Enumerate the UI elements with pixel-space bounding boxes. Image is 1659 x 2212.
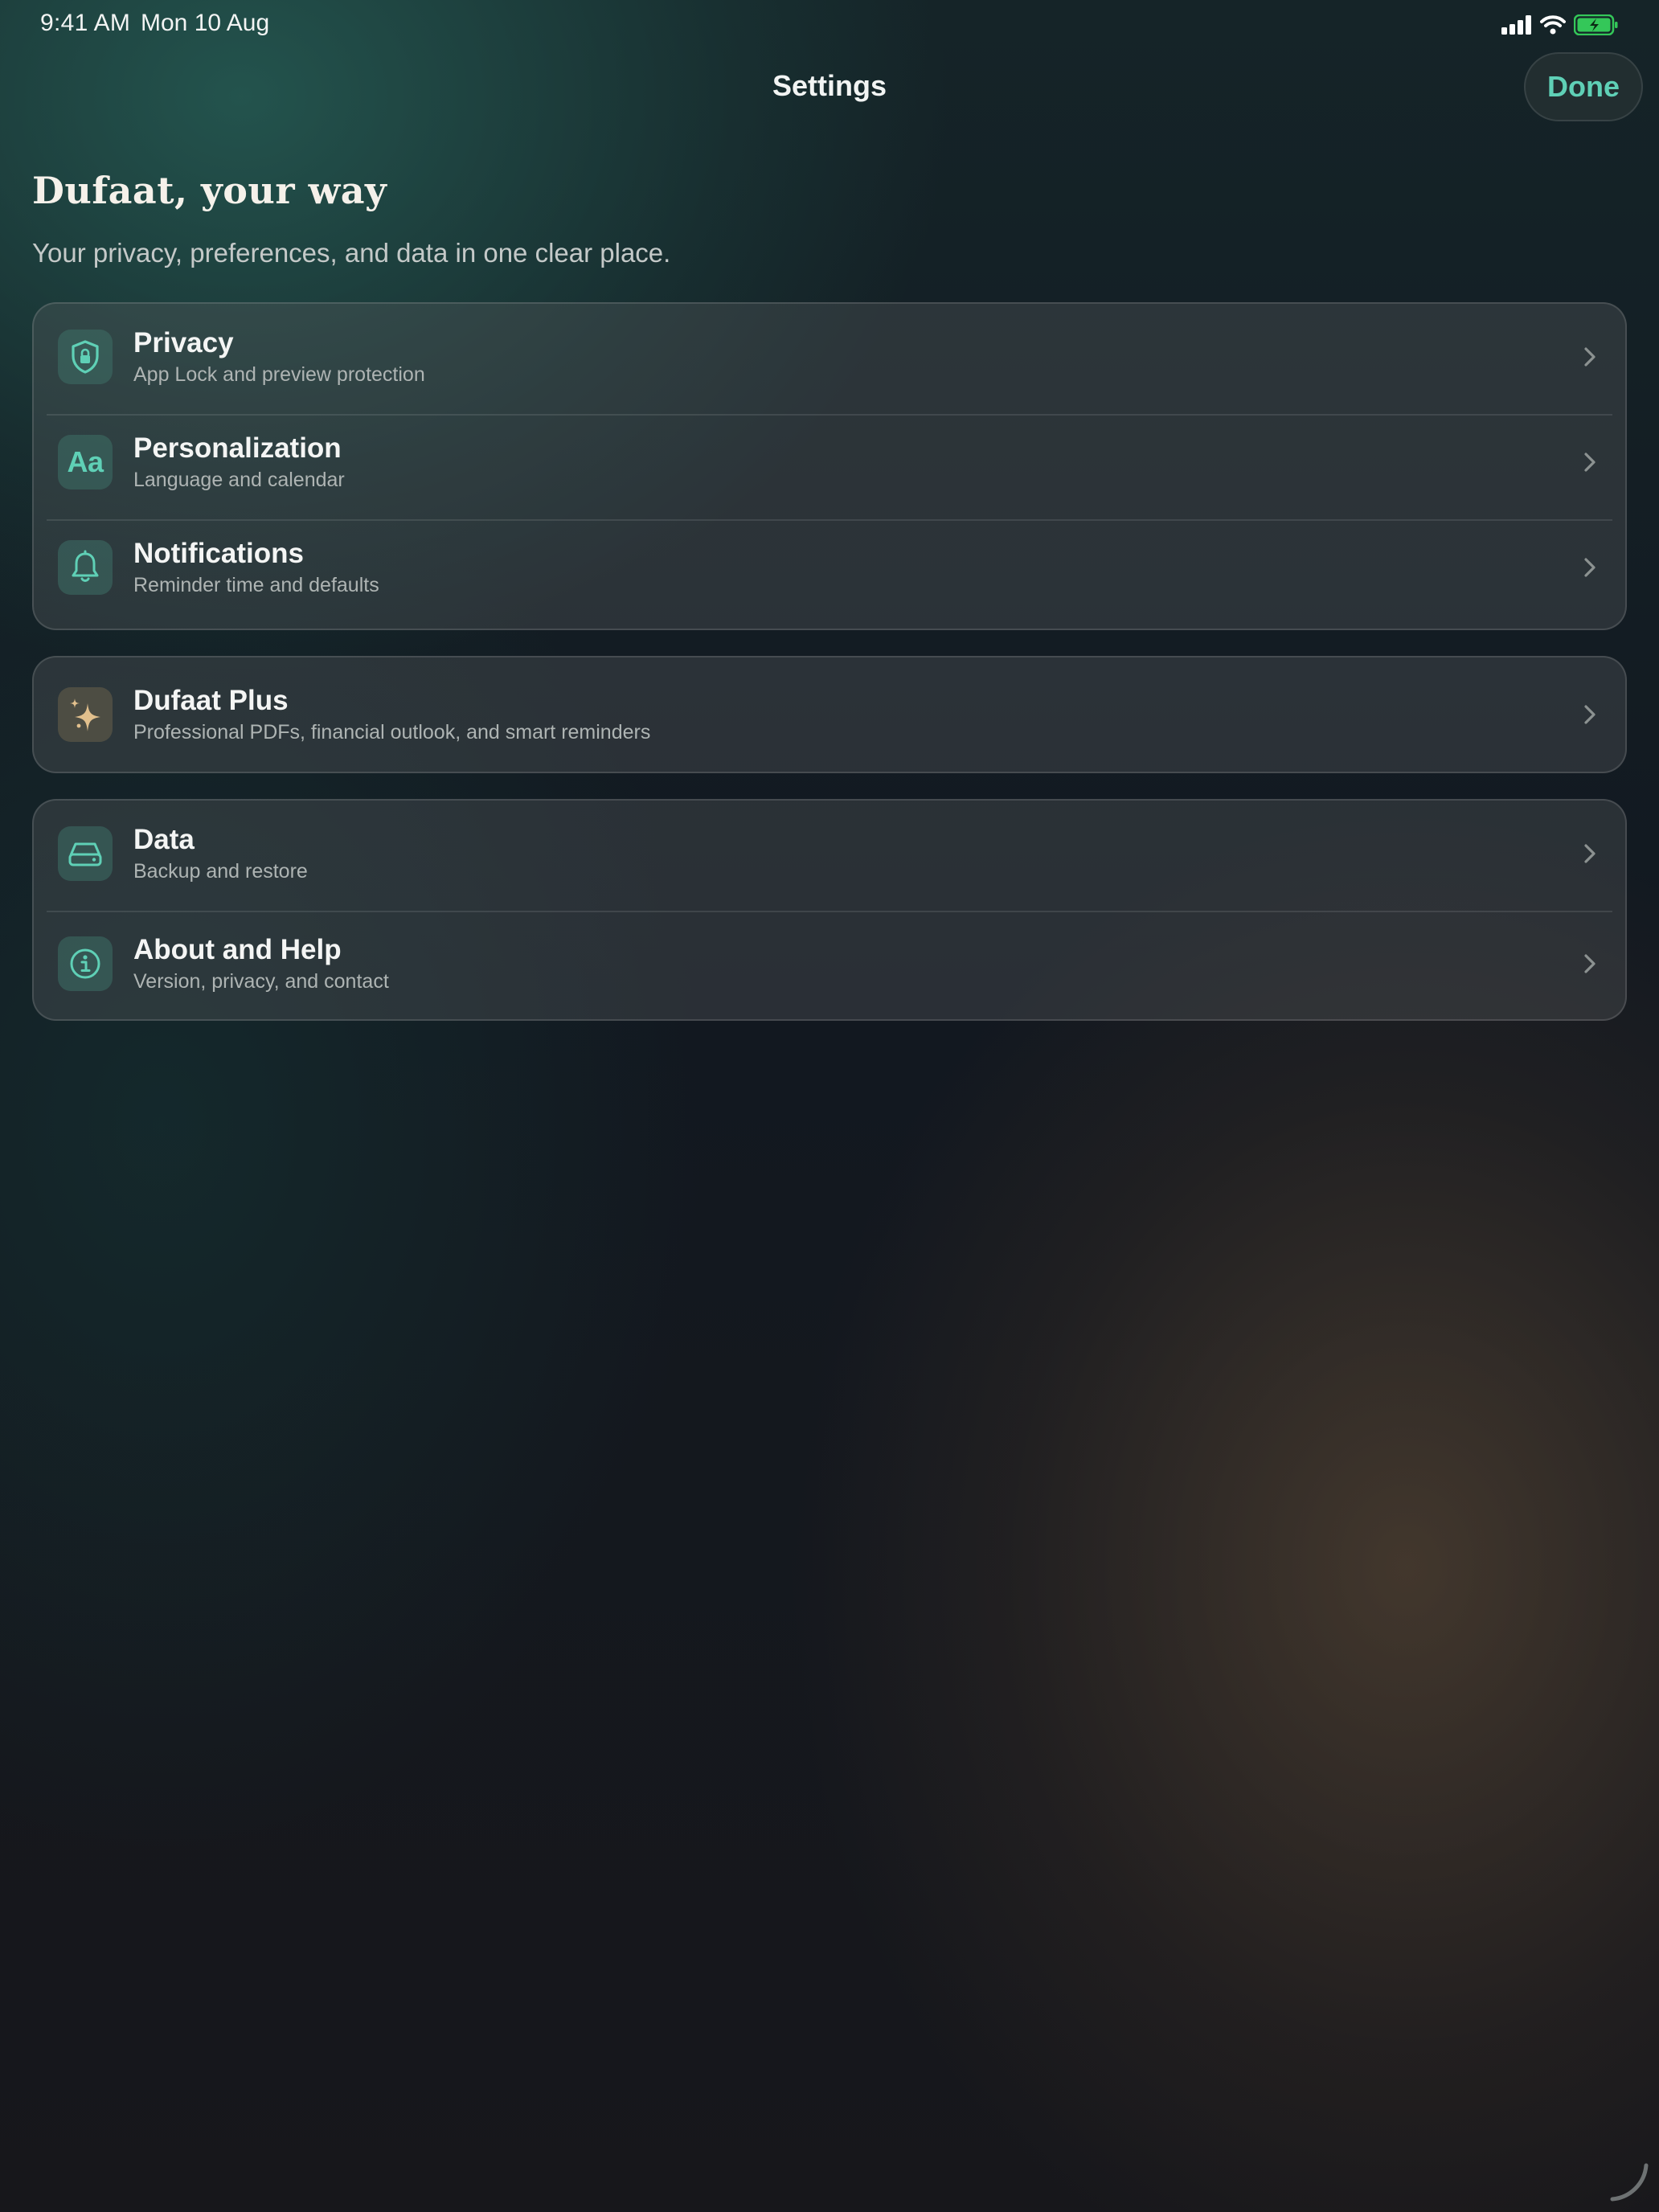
chevron-right-icon: [1584, 843, 1596, 863]
row-subtitle: Professional PDFs, financial outlook, an…: [133, 721, 651, 743]
settings-card-general: Privacy App Lock and preview protection …: [32, 302, 1627, 630]
sparkles-icon: [58, 687, 113, 742]
row-title: About and Help: [133, 933, 342, 965]
row-title: Privacy: [133, 326, 234, 358]
status-date: Mon 10 Aug: [141, 10, 270, 36]
status-time: 9:41 AM: [40, 10, 131, 36]
chevron-right-icon: [1584, 705, 1596, 724]
corner-arc-icon: [1610, 2163, 1649, 2202]
settings-row-personalization[interactable]: Aa Personalization Language and calendar: [34, 409, 1625, 514]
wifi-icon: [1540, 15, 1566, 39]
done-button[interactable]: Done: [1524, 52, 1643, 121]
row-subtitle: Language and calendar: [133, 468, 345, 491]
settings-row-notifications[interactable]: Notifications Reminder time and defaults: [34, 514, 1625, 620]
status-bar: 9:41 AM Mon 10 Aug: [0, 0, 1659, 51]
chevron-right-icon: [1584, 953, 1596, 973]
battery-charging-icon: [1573, 14, 1619, 39]
drive-icon: [58, 825, 113, 881]
chevron-right-icon: [1584, 346, 1596, 367]
row-subtitle: App Lock and preview protection: [133, 363, 425, 386]
settings-row-privacy[interactable]: Privacy App Lock and preview protection: [34, 304, 1625, 409]
page-subtitle: Your privacy, preferences, and data in o…: [32, 238, 671, 268]
chevron-right-icon: [1584, 557, 1596, 577]
status-icons: [1501, 14, 1619, 39]
settings-card-plus: Dufaat Plus Professional PDFs, financial…: [32, 656, 1627, 773]
page-title: Dufaat, your way: [32, 169, 387, 212]
text-format-icon: Aa: [58, 434, 113, 490]
row-title: Dufaat Plus: [133, 685, 289, 716]
row-subtitle: Version, privacy, and contact: [133, 969, 389, 993]
row-subtitle: Reminder time and defaults: [133, 573, 379, 596]
settings-row-dufaat-plus[interactable]: Dufaat Plus Professional PDFs, financial…: [34, 657, 1625, 772]
row-title: Notifications: [133, 537, 304, 569]
cellular-signal-icon: [1501, 15, 1532, 39]
row-title: Data: [133, 823, 195, 855]
bell-icon: [58, 539, 113, 595]
nav-title: Settings: [772, 69, 887, 102]
settings-card-data: Data Backup and restore About and Help V…: [32, 799, 1627, 1021]
info-icon: [58, 936, 113, 991]
settings-row-data[interactable]: Data Backup and restore: [34, 801, 1625, 906]
row-title: Personalization: [133, 432, 342, 464]
row-subtitle: Backup and restore: [133, 859, 308, 883]
settings-row-about-help[interactable]: About and Help Version, privacy, and con…: [34, 911, 1625, 1016]
text-format-glyph: Aa: [67, 444, 104, 478]
shield-lock-icon: [58, 329, 113, 384]
chevron-right-icon: [1584, 452, 1596, 472]
